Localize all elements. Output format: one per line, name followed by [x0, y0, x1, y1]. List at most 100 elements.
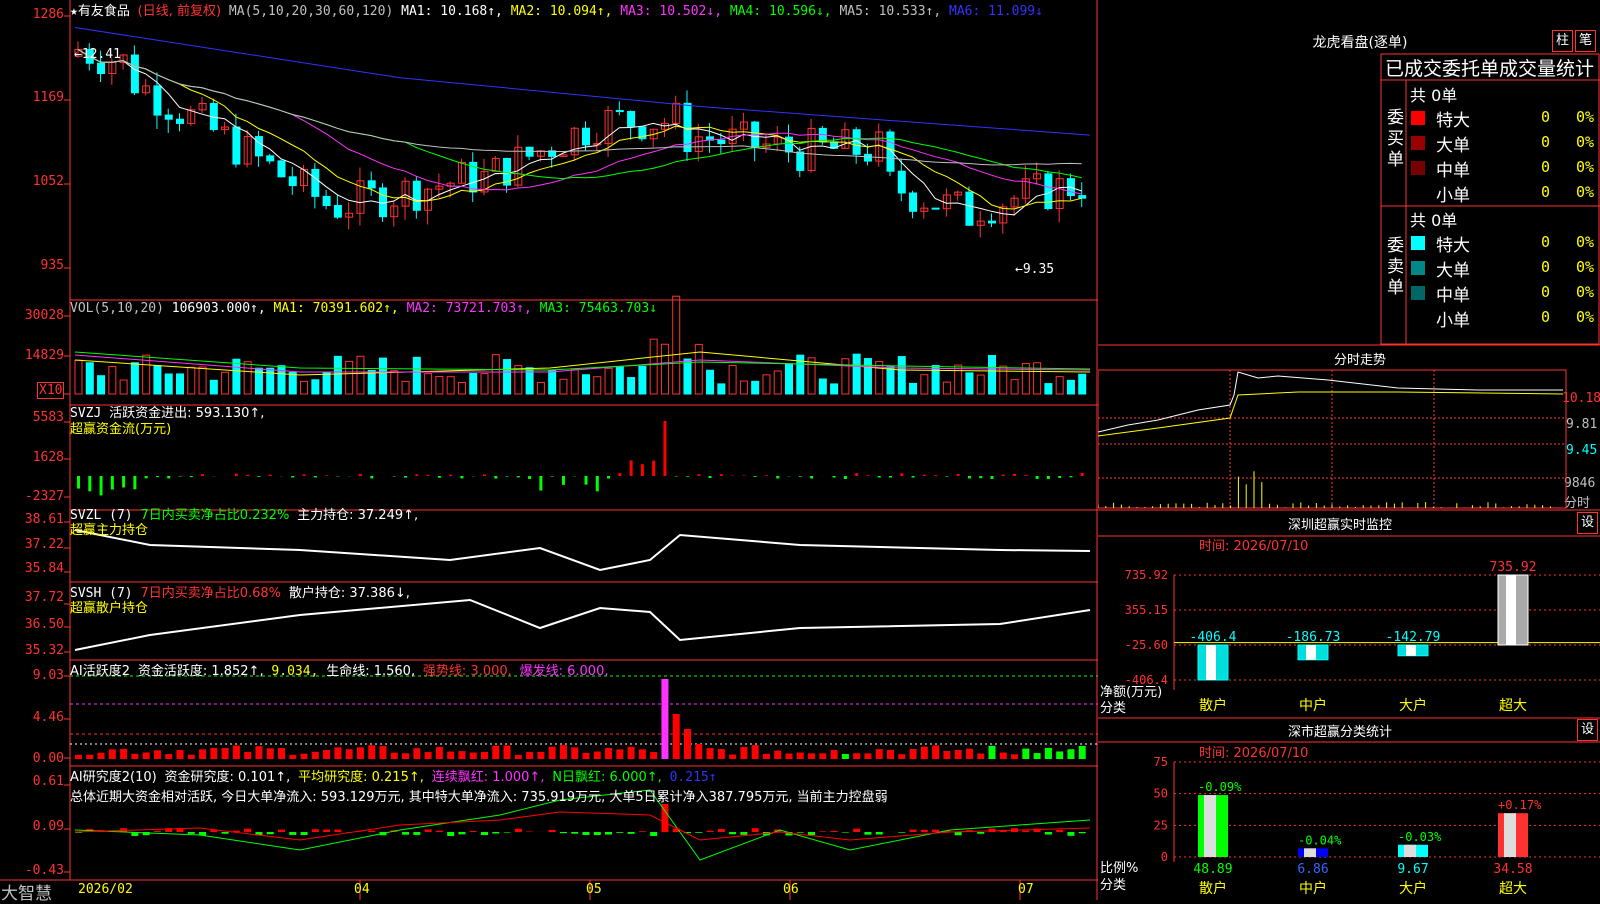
- activity-bar: [233, 746, 240, 759]
- fund-flow-bar: [370, 476, 373, 478]
- activity-bar: [244, 752, 251, 759]
- activity-bar: [910, 749, 917, 759]
- volume-bar: [312, 380, 319, 394]
- classify-tick: 50: [1154, 787, 1168, 801]
- candle: [278, 161, 285, 177]
- volume-bar: [774, 371, 781, 394]
- activity-bar: [1011, 754, 1018, 759]
- classify-tick: 25: [1154, 818, 1168, 832]
- fund-flow-bar: [1002, 475, 1005, 476]
- activity-bar: [583, 753, 590, 759]
- activity-bar: [594, 752, 601, 759]
- price-tick: 1286: [0, 7, 64, 22]
- activity-bar: [932, 745, 939, 759]
- activity-bar: [763, 754, 770, 759]
- brand-label: 大智慧: [1, 879, 52, 904]
- ai2-header: AI研究度2(10) 资金研究度: 0.101↑, 平均研究度: 0.215↑,…: [70, 766, 717, 785]
- research-bar: [1067, 832, 1074, 836]
- svsh-ratio: 7日内买卖净占比0.68%: [140, 586, 281, 601]
- research-bar: [628, 832, 635, 834]
- vol-value: 106903.000↑,: [172, 301, 266, 316]
- activity-bar: [876, 749, 883, 759]
- svzl-hold: 主力持仓: 37.249↑,: [297, 508, 418, 523]
- volume-bar: [718, 384, 725, 394]
- ma3-value: MA3: 10.502↓,: [620, 4, 722, 19]
- activity-bar: [289, 755, 296, 759]
- svzl-tick: 35.84: [0, 561, 64, 576]
- period-label[interactable]: (日线, 前复权): [138, 4, 221, 19]
- date-label: 07: [1018, 882, 1034, 897]
- classify-value-label: 48.89: [1193, 862, 1232, 877]
- volume-bar: [1011, 380, 1018, 394]
- stock-name[interactable]: 有友食品: [78, 4, 130, 19]
- fund-flow-bar: [900, 473, 903, 476]
- date-label: 06: [783, 882, 799, 897]
- svsh-title: 超赢散户持仓: [70, 597, 148, 616]
- ai2-avg: 平均研究度: 0.215↑,: [298, 770, 424, 785]
- candle: [131, 55, 138, 93]
- ai1-active: 资金活跃度: 1.852↑,: [138, 664, 264, 679]
- volume-bar: [346, 361, 353, 394]
- fund-flow-bar: [506, 476, 509, 477]
- research-bar: [650, 832, 657, 836]
- research-bar: [707, 831, 714, 832]
- volume-bar: [966, 373, 973, 394]
- activity-bar: [177, 750, 184, 759]
- research-bar: [222, 832, 229, 834]
- classify-bar-highlight: [1304, 848, 1316, 857]
- ai2-tick: 0.09: [0, 819, 64, 834]
- research-bar: [334, 830, 341, 832]
- volume-bar: [921, 375, 928, 394]
- svzj-title: 超赢资金流(万元): [70, 418, 171, 437]
- volume-bar: [943, 382, 950, 394]
- svsh-hold: 散户持仓: 37.386↓,: [289, 586, 410, 601]
- candle: [628, 111, 635, 126]
- low-marker: ←9.35: [1015, 262, 1054, 277]
- vol-ma2: MA2: 73721.703↑,: [407, 301, 532, 316]
- monitor-bar-label: -186.73: [1286, 630, 1341, 645]
- activity-bar: [402, 753, 409, 759]
- activity-bar: [255, 746, 262, 759]
- fund-flow-bar: [201, 474, 204, 476]
- classify-bar-highlight: [1204, 795, 1216, 857]
- fund-flow-bar: [607, 476, 610, 478]
- classify-bar-highlight: [1404, 845, 1416, 857]
- volume-bar: [898, 357, 905, 394]
- ma-line: [75, 27, 1090, 135]
- volume-bar: [391, 371, 398, 394]
- ai2-research: 资金研究度: 0.101↑,: [165, 770, 291, 785]
- fund-flow-bar: [844, 476, 847, 479]
- price-tick: 1169: [0, 90, 64, 105]
- activity-bar: [98, 753, 105, 759]
- svsh-tick: 35.32: [0, 643, 64, 658]
- fund-flow-bar: [269, 475, 272, 476]
- svzl-title: 超赢主力持仓: [70, 519, 148, 538]
- activity-bar: [673, 714, 680, 759]
- research-bar: [1022, 831, 1029, 832]
- svzj-tick: -2327: [0, 489, 64, 504]
- candle: [233, 127, 240, 164]
- activity-bar: [210, 748, 217, 759]
- classify-value-label: 9.67: [1397, 862, 1428, 877]
- activity-bar: [774, 751, 781, 759]
- volume-bar: [334, 356, 341, 394]
- research-bar: [1079, 832, 1086, 833]
- activity-bar: [864, 753, 871, 759]
- star-icon: ★: [70, 4, 78, 19]
- candle: [1079, 196, 1086, 199]
- fund-flow-bar: [100, 476, 103, 495]
- fund-flow-bar: [427, 475, 430, 476]
- activity-bar: [853, 753, 860, 759]
- volume-bar: [650, 339, 657, 394]
- volume-bar: [549, 370, 556, 394]
- activity-bar: [943, 751, 950, 759]
- research-bar: [289, 832, 296, 835]
- research-bar: [729, 832, 736, 834]
- research-bar: [898, 832, 905, 833]
- volume-bar: [594, 377, 601, 394]
- classify-value-label: 34.58: [1493, 862, 1532, 877]
- kline-chart-area[interactable]: [0, 0, 1098, 900]
- fund-flow-bar: [709, 476, 712, 478]
- volume-bar: [853, 354, 860, 394]
- activity-bar: [515, 755, 522, 759]
